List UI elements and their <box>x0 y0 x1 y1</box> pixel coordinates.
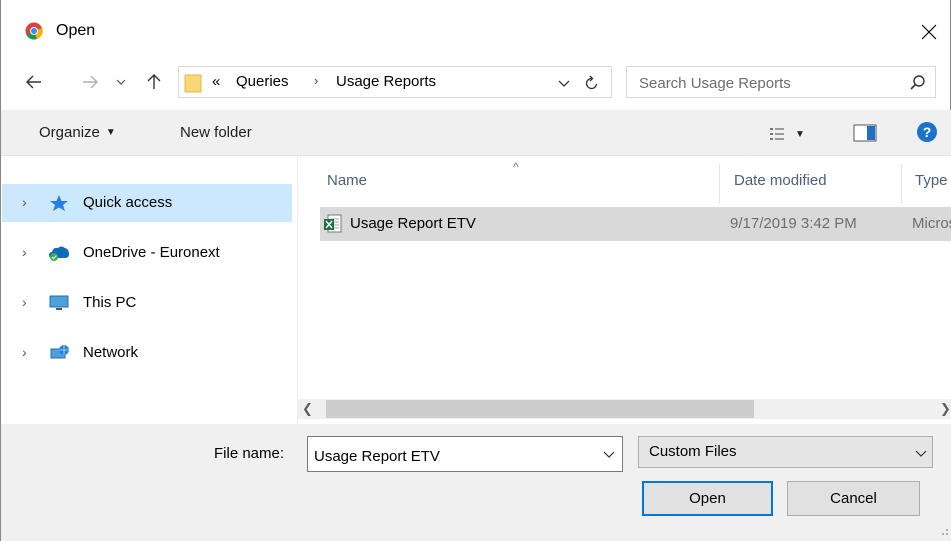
chevron-down-icon <box>915 450 927 457</box>
organize-button[interactable]: Organize ▼ <box>39 124 116 141</box>
breadcrumb-overflow[interactable]: « <box>212 73 220 90</box>
nav-item-label: Quick access <box>83 194 173 211</box>
back-arrow-icon <box>26 75 41 89</box>
up-button[interactable] <box>144 70 164 94</box>
nav-item-network[interactable]: › Network <box>2 334 292 372</box>
onedrive-icon <box>49 246 69 261</box>
network-icon <box>50 345 69 359</box>
caret-down-icon: ▼ <box>105 127 116 138</box>
close-icon <box>921 24 937 40</box>
caret-down-icon: ▼ <box>795 128 805 140</box>
column-divider[interactable] <box>901 164 902 204</box>
open-button[interactable]: Open <box>642 481 773 516</box>
forward-arrow-icon <box>83 75 98 89</box>
file-type: Microsoft Excel Query <box>912 215 951 232</box>
up-arrow-icon <box>147 74 161 89</box>
sort-ascending-icon: ^ <box>513 160 519 174</box>
star-icon <box>50 195 68 211</box>
back-button[interactable] <box>23 70 45 94</box>
cancel-button[interactable]: Cancel <box>787 481 920 516</box>
preview-pane-icon[interactable] <box>853 124 877 142</box>
expand-chevron-icon[interactable]: › <box>22 194 27 210</box>
nav-item-this-pc[interactable]: › This PC <box>2 284 292 322</box>
file-type-filter-value: Custom Files <box>649 443 737 460</box>
resize-grip-icon[interactable] <box>939 526 949 536</box>
column-header-type[interactable]: Type <box>915 172 948 189</box>
file-name-label: File name: <box>214 445 285 462</box>
column-header-name[interactable]: Name <box>327 172 367 189</box>
nav-item-quick-access[interactable]: › Quick access <box>2 184 292 222</box>
window-title: Open <box>56 22 96 39</box>
nav-item-label: This PC <box>83 294 137 311</box>
expand-chevron-icon[interactable]: › <box>22 294 27 310</box>
chevron-down-icon <box>116 79 126 85</box>
refresh-button[interactable] <box>581 72 603 94</box>
file-list: ^ Name Date modified Type Usage Report E… <box>298 156 951 424</box>
forward-button[interactable] <box>79 70 101 94</box>
file-name: Usage Report ETV <box>350 215 476 232</box>
file-name-field[interactable] <box>307 436 623 472</box>
recent-locations-button[interactable] <box>113 70 129 94</box>
title-bar: Open <box>1 0 951 62</box>
command-bar: Organize ▼ New folder ▼ ? <box>1 110 951 156</box>
scrollbar-thumb[interactable] <box>326 400 754 418</box>
scroll-right-icon[interactable]: ❯ <box>940 401 951 417</box>
folder-icon <box>184 74 202 93</box>
breadcrumb-usage-reports[interactable]: Usage Reports <box>336 73 436 90</box>
file-name-input[interactable] <box>314 446 584 466</box>
refresh-icon <box>585 75 598 90</box>
horizontal-scrollbar[interactable]: ❮ ❯ <box>298 399 951 419</box>
chrome-icon <box>25 22 43 40</box>
expand-chevron-icon[interactable]: › <box>22 344 27 360</box>
computer-icon <box>49 295 69 310</box>
nav-item-label: OneDrive - Euronext <box>83 244 220 261</box>
help-button[interactable]: ? <box>917 122 937 142</box>
breadcrumb-separator: › <box>314 73 319 88</box>
chevron-down-icon <box>558 80 570 87</box>
navigation-bar: « Queries › Usage Reports <box>1 62 951 102</box>
bottom-panel: File name: Custom Files Open Cancel <box>1 424 951 541</box>
chevron-down-icon[interactable] <box>602 447 616 461</box>
new-folder-button[interactable]: New folder <box>180 124 252 141</box>
file-type-filter-select[interactable]: Custom Files <box>638 436 933 468</box>
expand-chevron-icon[interactable]: › <box>22 244 27 260</box>
column-divider[interactable] <box>719 164 720 204</box>
nav-item-label: Network <box>83 344 139 361</box>
file-row[interactable]: Usage Report ETV 9/17/2019 3:42 PM Micro… <box>320 207 951 241</box>
scroll-left-icon[interactable]: ❮ <box>302 401 318 417</box>
excel-query-file-icon <box>324 214 342 233</box>
nav-item-onedrive[interactable]: › OneDrive - Euronext <box>2 234 292 272</box>
open-file-dialog: Open « Queries › Usage Reports Search Us… <box>0 0 951 541</box>
address-bar[interactable]: « Queries › Usage Reports <box>178 66 612 98</box>
column-header-date-modified[interactable]: Date modified <box>734 172 827 189</box>
navigation-pane: › Quick access › OneDrive - Euronext › T… <box>1 156 298 424</box>
breadcrumb-queries[interactable]: Queries <box>236 73 289 90</box>
file-date-modified: 9/17/2019 3:42 PM <box>730 215 857 232</box>
details-view-icon <box>770 128 784 140</box>
search-input[interactable] <box>639 73 889 93</box>
search-icon <box>910 75 925 90</box>
search-box[interactable] <box>626 66 936 98</box>
organize-label: Organize <box>39 124 100 141</box>
change-view-button[interactable]: ▼ <box>769 124 809 144</box>
address-dropdown[interactable] <box>555 73 573 93</box>
close-button[interactable] <box>906 12 951 52</box>
